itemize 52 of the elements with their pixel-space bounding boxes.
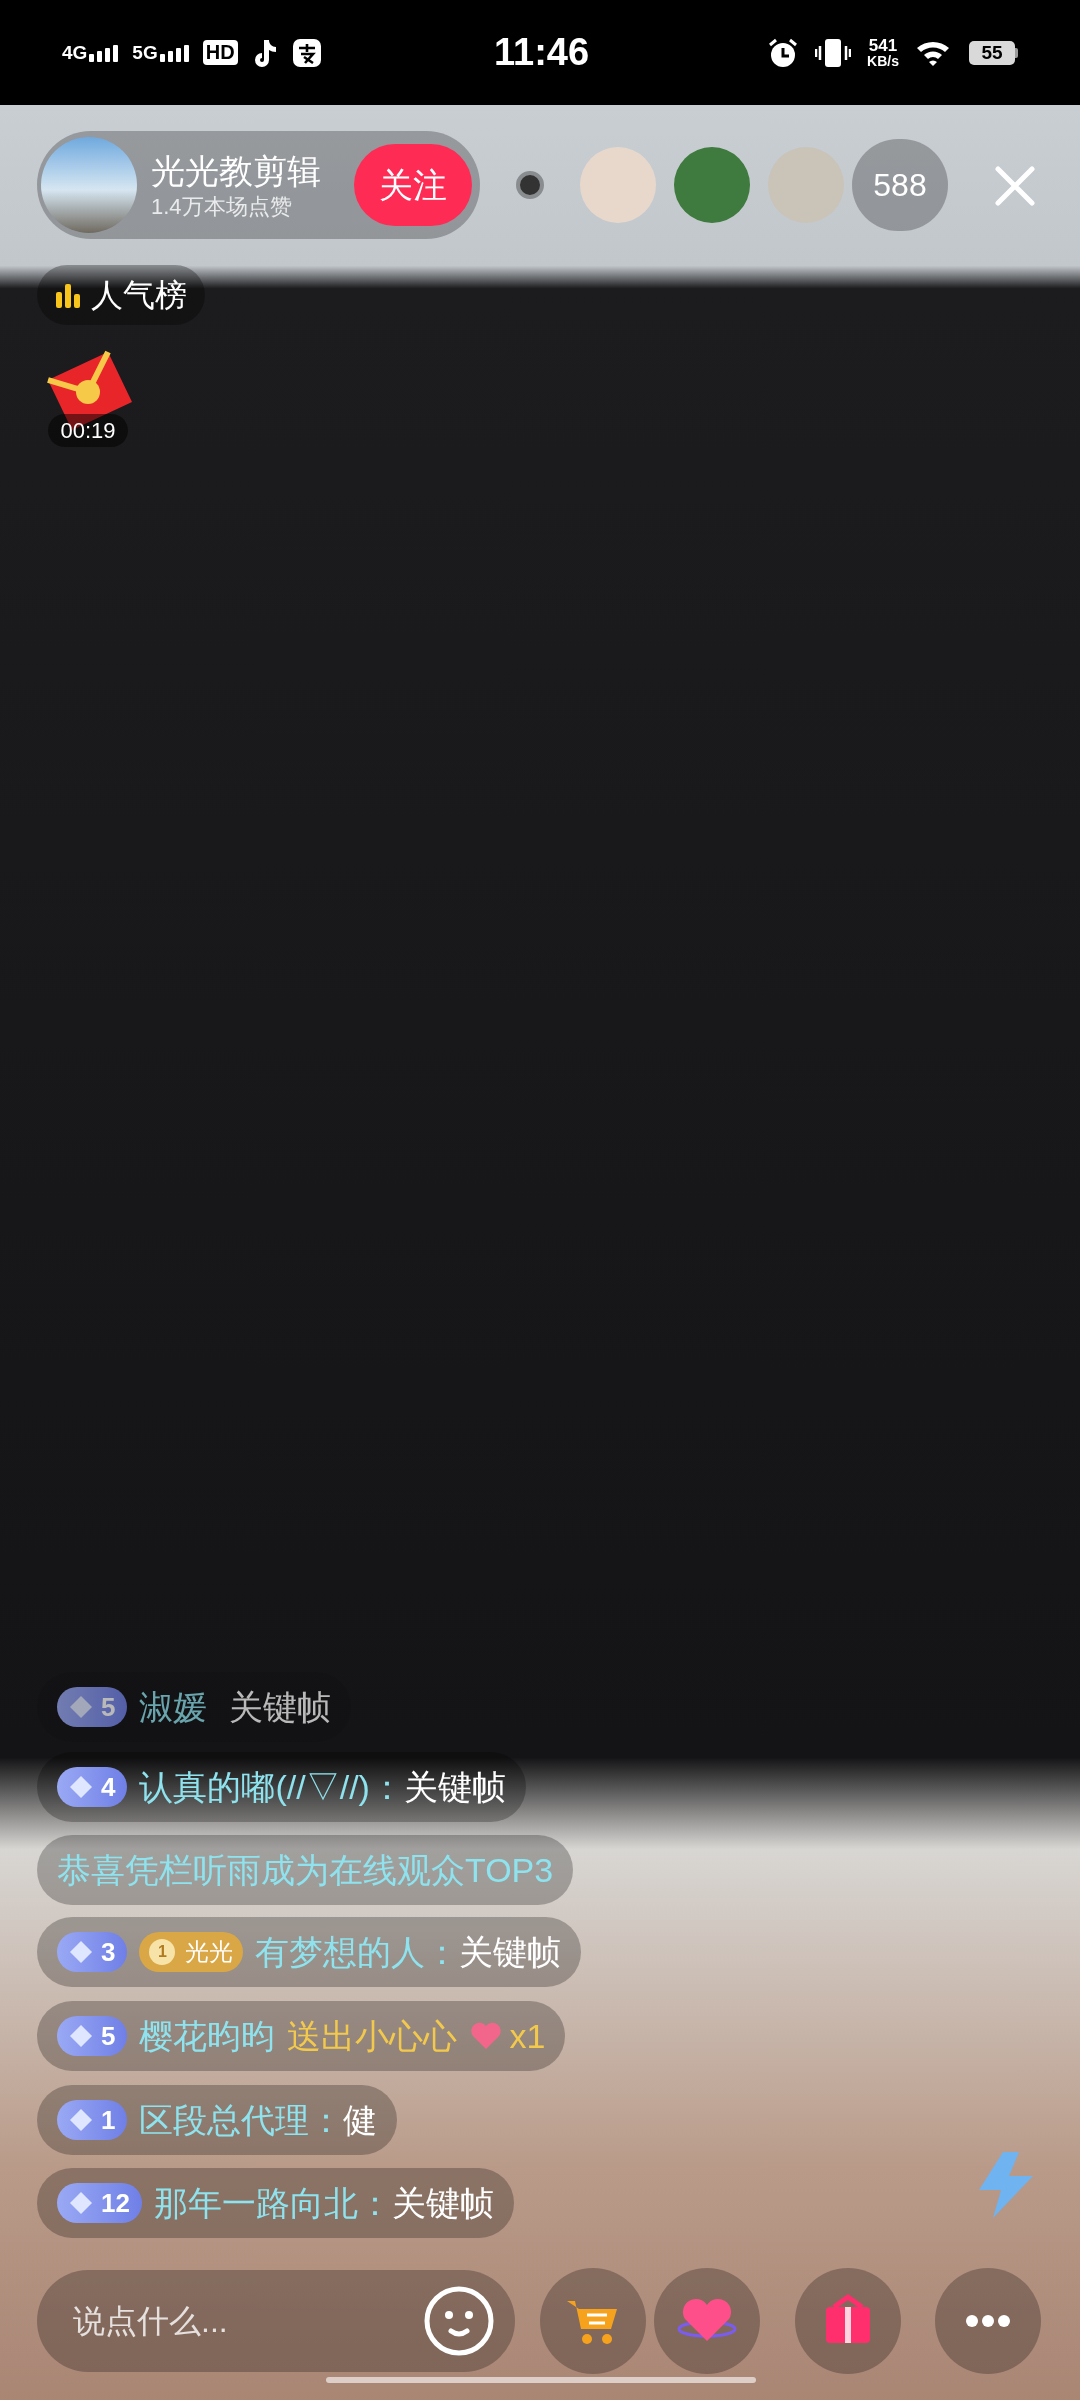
gift-count: x1 [509, 2015, 546, 2057]
diamond-icon [69, 2191, 93, 2215]
streamer-name: 光光教剪辑 [151, 151, 322, 192]
alarm-icon [767, 36, 800, 69]
ranking-badge[interactable]: 人气榜 [37, 265, 205, 325]
countdown-timer: 00:19 [48, 414, 128, 447]
emoji-icon[interactable] [423, 2285, 495, 2357]
message-text: 关键帧 [229, 1686, 332, 1728]
bar-chart-icon [55, 282, 81, 308]
diamond-icon [69, 2108, 93, 2132]
network-label: 4G [62, 43, 88, 62]
heart-icon [469, 2021, 504, 2051]
diamond-icon [69, 1775, 93, 1799]
username: 那年一路向北： [153, 2182, 392, 2224]
username: 认真的嘟(//▽//)： [139, 1766, 404, 1808]
speed-value: 541 [868, 37, 898, 54]
level-number: 12 [101, 2186, 130, 2220]
level-number: 5 [101, 2019, 116, 2053]
comment-input[interactable]: 说点什么... [73, 2297, 423, 2345]
clock-time: 11:46 [494, 30, 590, 75]
speed-unit: KB/s [867, 54, 899, 68]
level-number: 5 [101, 1690, 116, 1724]
likes-count: 1.4万本场点赞 [151, 192, 293, 220]
fan-name: 光光 [185, 1937, 234, 1967]
system-message: 恭喜凭栏听雨成为在线观众TOP3 [57, 1849, 554, 1891]
username: 淑媛 [139, 1686, 208, 1728]
username: 区段总代理： [139, 2099, 344, 2141]
fan-level: 1 [158, 1942, 167, 1962]
hd-label: HD [202, 40, 238, 65]
diamond-icon [69, 2024, 93, 2048]
level-number: 4 [101, 1770, 116, 1804]
more-icon [966, 2315, 1010, 2327]
battery-level: 55 [981, 43, 1003, 62]
gift-message: 送出小心心 [287, 2015, 458, 2057]
level-number: 3 [101, 1935, 116, 1969]
diamond-icon [69, 1695, 93, 1719]
message-text: 健 [343, 2099, 378, 2141]
signal-icon [159, 45, 189, 62]
comment-field[interactable]: 说点什么... [37, 2270, 515, 2372]
viewer-count[interactable]: 588 [852, 139, 948, 231]
network-label: 5G [132, 43, 158, 62]
message-text: 关键帧 [403, 1766, 506, 1808]
username: 有梦想的人： [255, 1931, 460, 1973]
app-icon [291, 37, 322, 68]
close-icon[interactable] [994, 165, 1036, 207]
message-text: 关键帧 [391, 2182, 494, 2224]
message-text: 关键帧 [459, 1931, 562, 1973]
username: 樱花昀昀 [139, 2015, 276, 2057]
vibrate-icon [815, 36, 852, 69]
signal-icon [89, 45, 119, 62]
level-number: 1 [101, 2103, 116, 2137]
diamond-icon [69, 1940, 93, 1964]
